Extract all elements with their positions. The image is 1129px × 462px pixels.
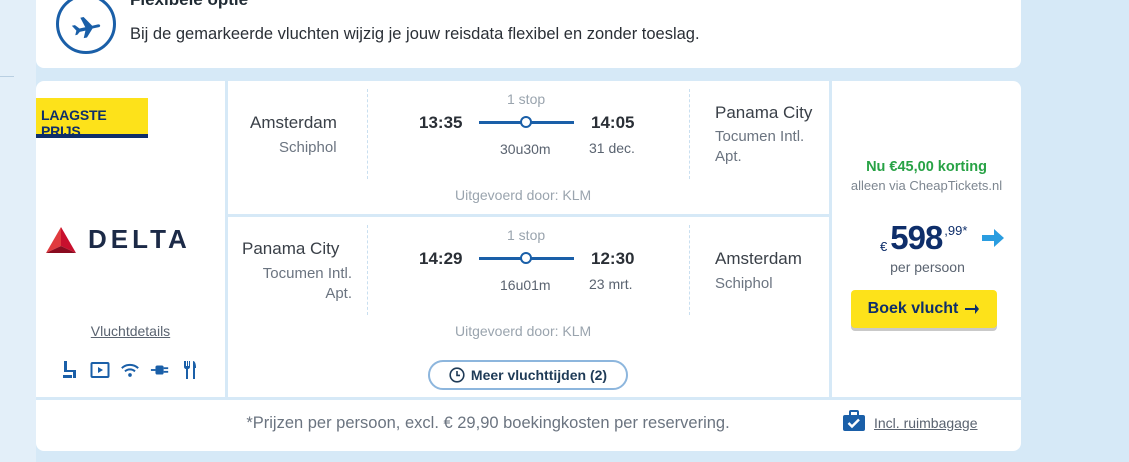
footer-divider	[36, 397, 1021, 400]
book-flight-button[interactable]: Boek vlucht	[851, 290, 997, 328]
delta-widget-icon	[46, 226, 76, 253]
power-plug-icon	[150, 360, 170, 380]
seat-icon	[60, 360, 80, 380]
leg-dashed-divider	[367, 225, 368, 315]
left-divider	[0, 76, 14, 77]
outbound-leg[interactable]: Amsterdam Schiphol 1 stop 13:35 14:05 30…	[228, 81, 829, 214]
arrival-city: Panama City	[715, 103, 813, 122]
baggage-label: Incl. ruimbagage	[874, 415, 978, 431]
arrival-date: 23 mrt.	[589, 276, 633, 292]
leg-dashed-divider	[689, 89, 690, 179]
flight-duration: 16u01m	[500, 277, 551, 293]
airline-logo: DELTA	[46, 224, 191, 255]
flexible-option-text: Bij de gemarkeerde vluchten wijzig je jo…	[130, 25, 700, 43]
more-flight-times-button[interactable]: Meer vluchttijden (2)	[428, 360, 628, 390]
flight-duration: 30u30m	[500, 141, 551, 157]
more-flight-times-label: Meer vluchttijden (2)	[470, 367, 608, 383]
leg-dashed-divider	[689, 225, 690, 315]
suitcase-check-icon	[843, 410, 865, 431]
departure-airport: Schiphol	[279, 139, 337, 156]
baggage-info[interactable]: Incl. ruimbagage	[842, 410, 978, 432]
airplane-icon	[56, 0, 116, 54]
stops-label: 1 stop	[507, 91, 546, 107]
arrival-time: 12:30	[591, 249, 635, 268]
arrival-city: Amsterdam	[715, 249, 802, 268]
amenities-list	[60, 360, 200, 380]
meal-icon	[180, 360, 200, 380]
left-strip	[0, 0, 36, 462]
arrow-right-icon[interactable]	[980, 227, 1006, 254]
discount-note: alleen via CheapTickets.nl	[850, 178, 1003, 193]
arrival-time: 14:05	[591, 113, 635, 132]
right-background	[1022, 0, 1129, 462]
price-column: Nu €45,00 korting alleen via CheapTicket…	[832, 81, 1021, 397]
departure-airport: Tocumen Intl. Apt.	[262, 265, 352, 302]
airline-name: DELTA	[88, 224, 191, 254]
book-flight-label: Boek vlucht	[867, 300, 959, 317]
departure-time: 14:29	[419, 249, 463, 268]
price-amount: 598	[890, 219, 943, 256]
price: € 598 ,99*	[880, 219, 967, 257]
stops-label: 1 stop	[507, 227, 546, 243]
departure-city: Panama City	[242, 239, 340, 258]
discount-label: Nu €45,00 korting	[866, 159, 987, 175]
operated-by: Uitgevoerd door: KLM	[455, 323, 592, 339]
price-footnote: *Prijzen per persoon, excl. € 29,90 boek…	[246, 414, 730, 432]
flight-details-link[interactable]: Vluchtdetails	[36, 323, 225, 339]
per-person-label: per persoon	[890, 259, 965, 275]
price-currency: €	[880, 239, 888, 254]
departure-time: 13:35	[419, 113, 463, 132]
airline-column: LAAGSTE PRIJS DELTA Vluchtdetails	[36, 81, 225, 397]
stop-dot	[520, 116, 532, 128]
departure-city: Amsterdam	[250, 113, 337, 132]
flight-result-card: LAAGSTE PRIJS DELTA Vluchtdetails Amster…	[36, 81, 1021, 451]
wifi-icon	[120, 360, 140, 380]
arrival-airport: Schiphol	[715, 275, 773, 292]
clock-icon	[449, 367, 465, 383]
flexible-option-title: Flexibele optie	[130, 0, 248, 10]
flexible-option-banner: Flexibele optie Bij de gemarkeerde vluch…	[36, 0, 1021, 68]
operated-by: Uitgevoerd door: KLM	[455, 187, 592, 203]
arrow-right-icon	[965, 304, 980, 314]
lowest-price-badge: LAAGSTE PRIJS	[36, 98, 148, 139]
price-cents: ,99*	[944, 223, 968, 238]
leg-dashed-divider	[367, 89, 368, 179]
arrival-airport: Tocumen Intl. Apt.	[715, 128, 805, 165]
stop-dot	[520, 252, 532, 264]
arrival-date: 31 dec.	[589, 140, 635, 156]
entertainment-icon	[90, 360, 110, 380]
